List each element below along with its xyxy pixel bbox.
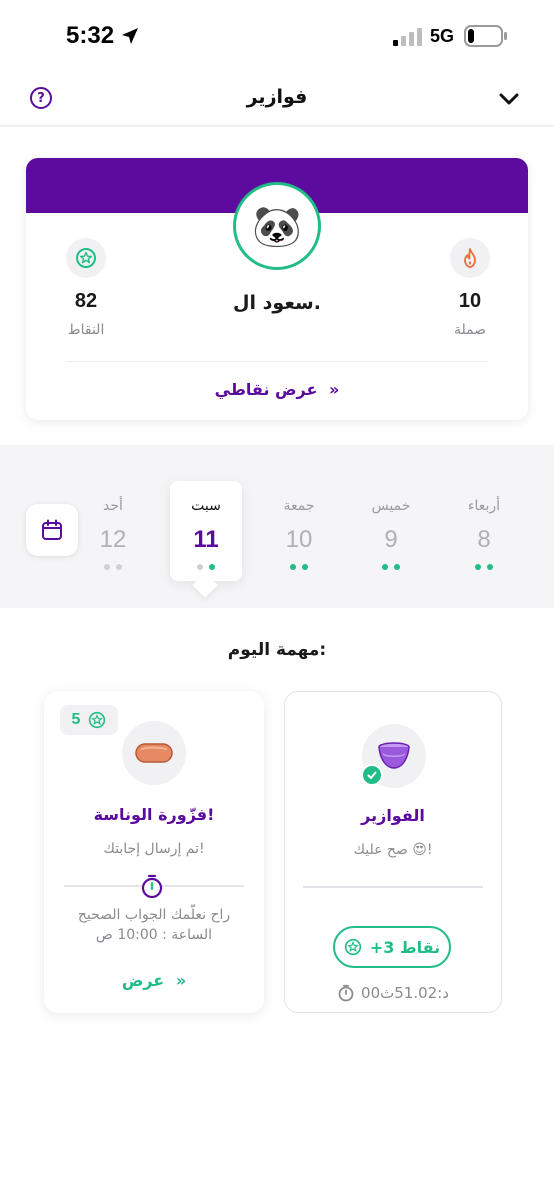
- challenge-subtitle: تم إرسال إجابتك!: [103, 841, 205, 857]
- profile-card: 🐼 82 النقاط 10 صملة سعود ال. عرض نقاطي »: [26, 158, 528, 420]
- reveal-line-1: راح نعلّمك الجواب الصحيح: [77, 907, 231, 923]
- divider: [66, 361, 488, 362]
- day-item-sunday[interactable]: أحد 12: [77, 498, 149, 570]
- day-item-saturday[interactable]: سبت 11: [170, 498, 242, 570]
- location-arrow-icon: [122, 28, 138, 44]
- day-number: 9: [384, 526, 398, 553]
- reveal-info: راح نعلّمك الجواب الصحيح الساعة : 10:00 …: [44, 905, 264, 945]
- status-time: 5:32: [66, 22, 115, 49]
- day-number: 8: [477, 526, 491, 553]
- view-button[interactable]: عرض »: [44, 971, 264, 990]
- view-points-button[interactable]: عرض نقاطي »: [26, 380, 528, 399]
- day-item-thursday[interactable]: خميس 9: [355, 498, 427, 570]
- day-number: 10: [285, 526, 313, 553]
- divider: [303, 886, 483, 888]
- signal-icon: [393, 28, 422, 46]
- avatar: 🐼: [233, 182, 321, 270]
- riddles-task-card[interactable]: الفوازير صح عليك 😍! +3 نقاط 00د:51.02ث: [284, 691, 502, 1013]
- calendar-button[interactable]: [26, 504, 78, 556]
- challenge-title: فزّورة الوناسة!: [93, 805, 215, 824]
- day-name: سبت: [191, 498, 221, 514]
- points-value: 82: [74, 290, 98, 312]
- day-progress-dots: [170, 564, 242, 570]
- sausage-icon: [122, 721, 186, 785]
- progress-dot: [290, 564, 296, 570]
- chevron-down-icon[interactable]: [496, 86, 522, 112]
- progress-dot: [197, 564, 203, 570]
- day-name: خميس: [371, 498, 411, 514]
- day-progress-dots: [448, 564, 520, 570]
- day-progress-dots: [355, 564, 427, 570]
- view-points-label: عرض نقاطي: [214, 380, 318, 399]
- reveal-line-2: الساعة : 10:00 ص: [95, 927, 213, 943]
- day-name: أحد: [103, 498, 123, 514]
- page-title: فوازير: [246, 86, 308, 108]
- progress-dot: [104, 564, 110, 570]
- progress-dot: [475, 564, 481, 570]
- day-item-friday[interactable]: جمعة 10: [263, 498, 335, 570]
- view-label: عرض: [121, 971, 165, 990]
- progress-dot: [487, 564, 493, 570]
- timer-row: 00د:51.02ث: [285, 984, 501, 1002]
- calendar-icon: [42, 519, 62, 540]
- star-icon: [344, 938, 362, 956]
- panda-avatar-icon: 🐼: [252, 203, 302, 250]
- reward-value: 5: [71, 711, 81, 728]
- star-icon: [89, 711, 106, 729]
- points-star-icon: [66, 238, 106, 278]
- riddles-subtitle: صح عليك 😍!: [353, 842, 433, 858]
- network-label: 5G: [430, 26, 455, 46]
- double-chevron-icon: »: [175, 971, 187, 990]
- streak-value: 10: [458, 290, 482, 312]
- status-bar: 5:32 5G: [0, 0, 554, 72]
- check-icon: [361, 764, 383, 786]
- day-item-wednesday[interactable]: أربعاء 8: [448, 498, 520, 570]
- day-number: 12: [99, 526, 127, 553]
- user-name: سعود ال.: [233, 292, 321, 314]
- day-name: جمعة: [283, 498, 315, 514]
- progress-dot: [209, 564, 215, 570]
- day-name: أربعاء: [467, 498, 501, 514]
- progress-dot: [382, 564, 388, 570]
- points-label: النقاط: [67, 322, 105, 338]
- day-number: 11: [193, 526, 219, 553]
- battery-icon: [464, 25, 507, 47]
- app-header: ? فوازير: [0, 72, 554, 126]
- progress-dot: [394, 564, 400, 570]
- progress-dot: [116, 564, 122, 570]
- challenge-task-card[interactable]: 5 فزّورة الوناسة! تم إرسال إجابتك! راح ن…: [44, 691, 264, 1013]
- timer-value: 00د:51.02ث: [361, 984, 449, 1002]
- bottom-area: [0, 1064, 554, 1200]
- reward-badge: 5: [60, 705, 118, 735]
- flame-icon: [450, 238, 490, 278]
- double-chevron-icon: »: [329, 380, 340, 399]
- points-earned-badge: +3 نقاط: [333, 926, 451, 968]
- streak-label: صملة: [453, 322, 487, 338]
- day-progress-dots: [77, 564, 149, 570]
- stopwatch-icon: [338, 984, 354, 1002]
- progress-dot: [302, 564, 308, 570]
- tasks-title: مهمة اليوم:: [227, 640, 327, 660]
- day-progress-dots: [263, 564, 335, 570]
- riddles-title: الفوازير: [361, 806, 425, 825]
- points-earned-label: +3 نقاط: [369, 937, 441, 957]
- timer-icon: [141, 874, 163, 899]
